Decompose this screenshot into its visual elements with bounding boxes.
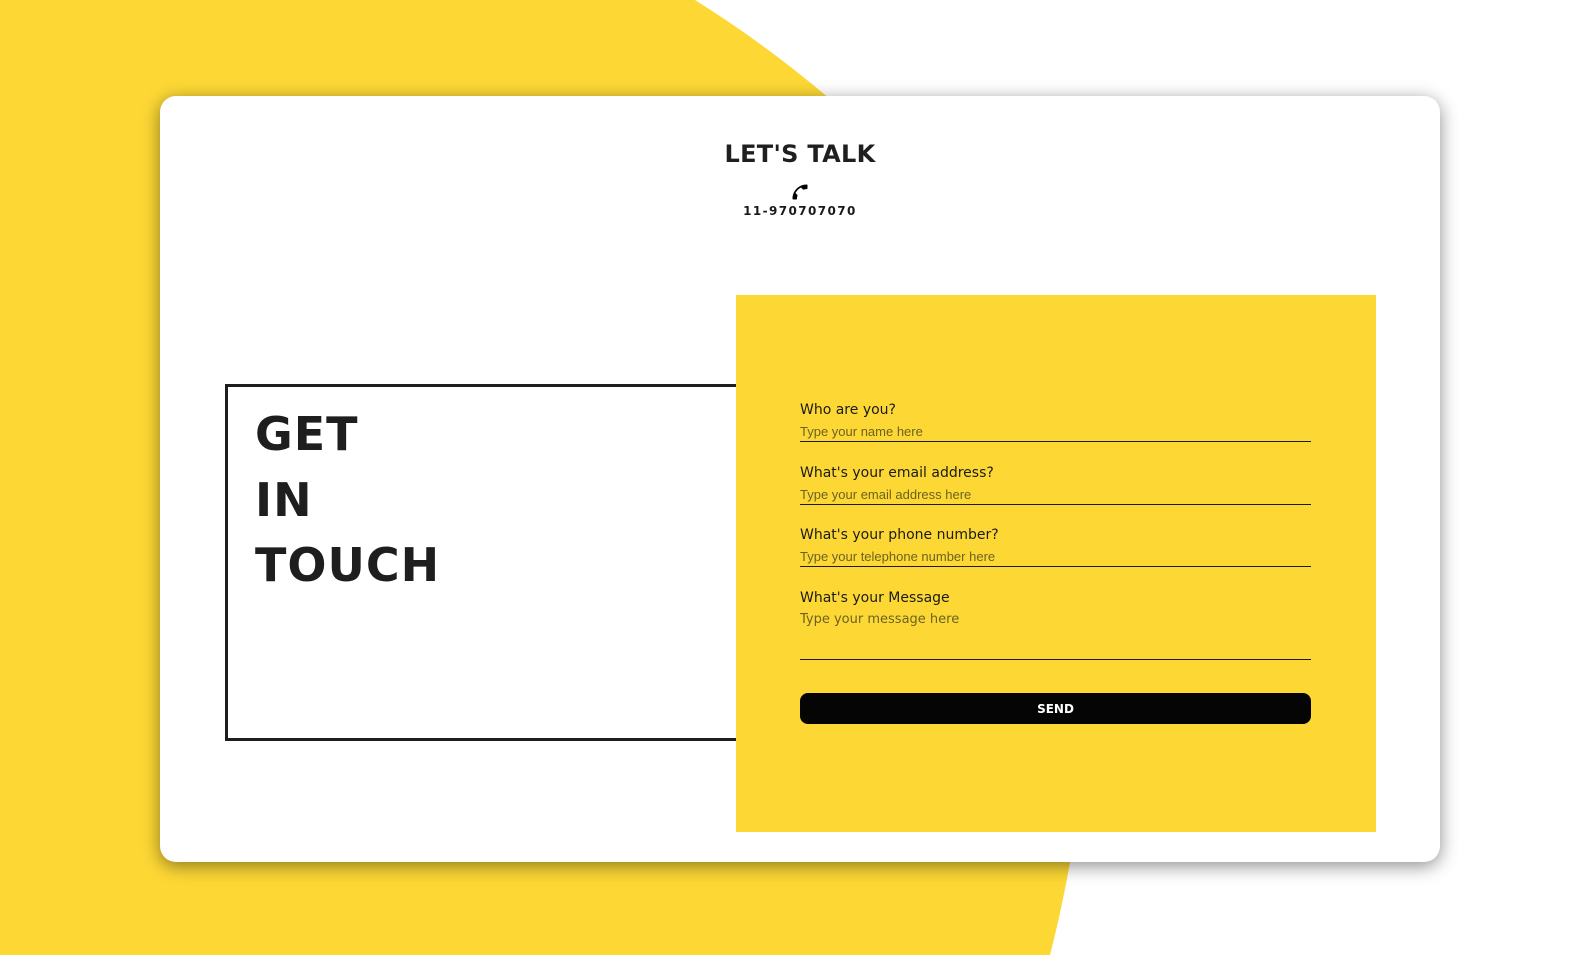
phone-icon <box>792 184 808 200</box>
header: LET'S TALK 11-970707070 <box>160 140 1440 218</box>
name-input[interactable] <box>800 422 1311 442</box>
email-field-group: What's your email address? <box>800 465 1311 505</box>
send-button[interactable]: SEND <box>800 693 1311 724</box>
hero-line-in: IN <box>255 473 313 527</box>
phone-field-group: What's your phone number? <box>800 527 1311 567</box>
get-in-touch-box: GET IN TOUCH <box>225 384 745 741</box>
message-field-group: What's your Message <box>800 590 1311 660</box>
message-label: What's your Message <box>800 590 950 606</box>
name-field-group: Who are you? <box>800 402 1311 442</box>
contact-card: LET'S TALK 11-970707070 GET IN TOUCH Who… <box>160 96 1440 862</box>
phone-label: What's your phone number? <box>800 527 999 543</box>
message-textarea[interactable] <box>800 612 1311 660</box>
hero-line-get: GET <box>255 407 359 461</box>
email-label: What's your email address? <box>800 465 994 481</box>
contact-form: Who are you? What's your email address? … <box>736 295 1376 832</box>
phone-input[interactable] <box>800 547 1311 567</box>
phone-number: 11-970707070 <box>743 204 857 218</box>
email-input[interactable] <box>800 485 1311 505</box>
name-label: Who are you? <box>800 402 896 418</box>
hero-line-touch: TOUCH <box>255 538 441 592</box>
page-title: LET'S TALK <box>724 140 876 168</box>
